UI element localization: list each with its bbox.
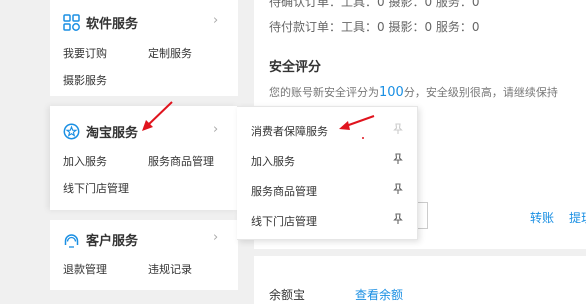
annotation-arrow (142, 101, 173, 131)
service-sidebar: 软件服务 › 我要订购 定制服务 摄影服务 淘宝服务 › 加入服务 服务商品管理… (0, 0, 240, 304)
sidebar-link-refund[interactable]: 退款管理 (63, 261, 107, 277)
pin-icon[interactable] (392, 123, 404, 135)
taobao-service-header[interactable]: 淘宝服务 (63, 122, 138, 141)
headset-icon (63, 231, 80, 248)
software-service-title: 软件服务 (86, 17, 139, 32)
customer-service-header[interactable]: 客户服务 (63, 230, 138, 249)
sidebar-link-join-service[interactable]: 加入服务 (63, 153, 107, 169)
taobao-service-flyout: 消费者保障服务 加入服务 服务商品管理 线下门店管理 (237, 106, 418, 240)
sidebar-link-violations[interactable]: 违规记录 (148, 261, 192, 277)
pin-icon[interactable] (392, 153, 404, 165)
chevron-right-icon[interactable]: › (213, 122, 218, 137)
annotation-arrow (339, 115, 375, 130)
pin-icon[interactable] (392, 213, 404, 225)
sidebar-link-photography[interactable]: 摄影服务 (63, 72, 107, 88)
sidebar-link-offline-store[interactable]: 线下门店管理 (63, 180, 129, 196)
pending-confirm-line: 待确认订单：工具：0 摄影：0 服务：0 (269, 0, 480, 9)
flyout-item-consumer-protection[interactable]: 消费者保障服务 (251, 123, 328, 139)
grid-icon (63, 14, 80, 31)
security-score-title: 安全评分 (269, 60, 322, 75)
software-service-section: 软件服务 › 我要订购 定制服务 摄影服务 (50, 0, 238, 96)
view-balance-link[interactable]: 查看余额 (355, 286, 403, 303)
chevron-right-icon[interactable]: › (213, 230, 218, 245)
software-service-header[interactable]: 软件服务 (63, 13, 138, 32)
star-badge-icon (63, 123, 80, 140)
pending-payment-line: 待付款订单：工具：0 摄影：0 服务：0 (269, 20, 480, 34)
flyout-item-offline-store[interactable]: 线下门店管理 (251, 213, 317, 229)
security-score-value: 100 (379, 85, 404, 100)
security-score-desc: 您的账号新安全评分为100分，安全级别很高，请继续保持 (269, 85, 558, 100)
sidebar-link-order[interactable]: 我要订购 (63, 45, 107, 61)
customer-service-title: 客户服务 (86, 234, 139, 249)
flyout-item-join-service[interactable]: 加入服务 (251, 153, 295, 169)
flyout-item-service-goods[interactable]: 服务商品管理 (251, 183, 317, 199)
sidebar-link-service-goods[interactable]: 服务商品管理 (148, 153, 214, 169)
withdraw-link[interactable]: 提现 (569, 209, 586, 226)
pin-icon[interactable] (392, 183, 404, 195)
annotation-dot (362, 137, 364, 139)
chevron-right-icon[interactable]: › (213, 13, 218, 28)
customer-service-section: 客户服务 › 退款管理 违规记录 (50, 220, 238, 290)
transfer-link[interactable]: 转账 (530, 209, 554, 226)
sidebar-link-custom-service[interactable]: 定制服务 (148, 45, 192, 61)
taobao-service-title: 淘宝服务 (86, 126, 139, 141)
balance-label: 余额宝 (269, 288, 306, 302)
